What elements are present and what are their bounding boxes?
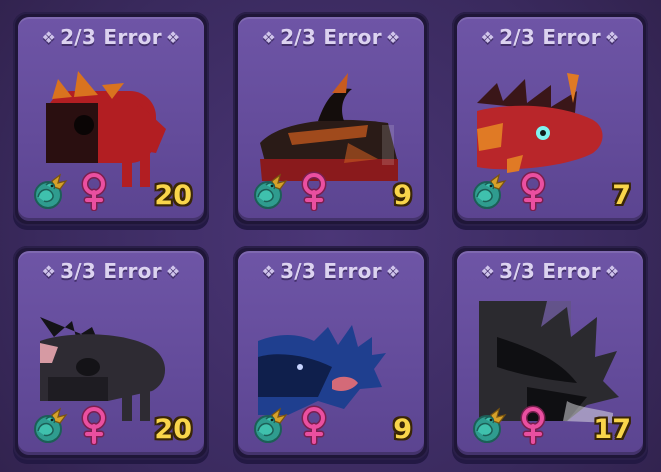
- sparkle-icon: ❖: [165, 262, 181, 281]
- pet-slot[interactable]: ❖ 2/3 Error ❖: [13, 12, 209, 226]
- pet-slot-title-row: ❖ 2/3 Error ❖: [238, 25, 424, 49]
- female-icon: [519, 171, 547, 212]
- pet-slot-title: 3/3 Error: [60, 259, 162, 283]
- pet-slot-face: ❖ 2/3 Error ❖: [18, 17, 204, 221]
- pet-slot-title-row: ❖ 3/3 Error ❖: [457, 259, 643, 283]
- pet-level: 20: [154, 414, 192, 445]
- sea-dragon-icon: [250, 171, 290, 211]
- female-icon: [80, 171, 108, 212]
- pet-level: 17: [593, 414, 631, 445]
- pet-slot-title-row: ❖ 3/3 Error ❖: [238, 259, 424, 283]
- pet-level: 20: [154, 180, 192, 211]
- pet-slot-badges: 20: [30, 405, 192, 446]
- pet-slot-badges: 17: [469, 405, 631, 446]
- sparkle-icon: ❖: [480, 262, 496, 281]
- pet-slot-title-row: ❖ 3/3 Error ❖: [18, 259, 204, 283]
- sparkle-icon: ❖: [385, 28, 401, 47]
- pet-slot[interactable]: ❖ 3/3 Error ❖ 20: [13, 246, 209, 460]
- sparkle-icon: ❖: [480, 28, 496, 47]
- pet-level: 9: [393, 180, 412, 211]
- pet-slot-title-row: ❖ 2/3 Error ❖: [18, 25, 204, 49]
- pet-slot-title: 2/3 Error: [499, 25, 601, 49]
- sparkle-icon: ❖: [385, 262, 401, 281]
- pet-slot-face: ❖ 2/3 Error ❖: [238, 17, 424, 221]
- pet-slot-title: 2/3 Error: [60, 25, 162, 49]
- pet-slot-face: ❖ 3/3 Error ❖ 9: [238, 251, 424, 455]
- pet-slot-title-row: ❖ 2/3 Error ❖: [457, 25, 643, 49]
- pet-slot-face: ❖ 3/3 Error ❖ 17: [457, 251, 643, 455]
- pet-level: 7: [612, 180, 631, 211]
- sea-dragon-icon: [469, 405, 509, 445]
- sea-dragon-icon: [30, 405, 70, 445]
- sparkle-icon: ❖: [261, 262, 277, 281]
- pet-slot[interactable]: ❖ 3/3 Error ❖ 17: [452, 246, 648, 460]
- pet-slot-title: 2/3 Error: [280, 25, 382, 49]
- female-icon: [300, 171, 328, 212]
- pet-slot-badges: 7: [469, 171, 631, 212]
- sea-dragon-icon: [469, 171, 509, 211]
- sea-dragon-icon: [250, 405, 290, 445]
- female-icon: [80, 405, 108, 446]
- sparkle-icon: ❖: [41, 262, 57, 281]
- pet-level: 9: [393, 414, 412, 445]
- pet-slot[interactable]: ❖ 3/3 Error ❖ 9: [233, 246, 429, 460]
- pet-slot-title: 3/3 Error: [499, 259, 601, 283]
- pet-slot[interactable]: ❖ 2/3 Error ❖: [452, 12, 648, 226]
- sparkle-icon: ❖: [604, 28, 620, 47]
- sea-dragon-icon: [30, 171, 70, 211]
- female-icon: [300, 405, 328, 446]
- pet-slot[interactable]: ❖ 2/3 Error ❖: [233, 12, 429, 226]
- pet-slot-title: 3/3 Error: [280, 259, 382, 283]
- sparkle-icon: ❖: [165, 28, 181, 47]
- female-icon: [519, 405, 547, 446]
- pet-slot-badges: 20: [30, 171, 192, 212]
- sparkle-icon: ❖: [604, 262, 620, 281]
- pet-slot-face: ❖ 3/3 Error ❖ 20: [18, 251, 204, 455]
- sparkle-icon: ❖: [261, 28, 277, 47]
- pet-inventory-grid: ❖ 2/3 Error ❖ 20 ❖ 2/3 Error ❖ 9 ❖ 2/3 E…: [0, 0, 661, 472]
- pet-slot-badges: 9: [250, 171, 412, 212]
- sparkle-icon: ❖: [41, 28, 57, 47]
- pet-slot-face: ❖ 2/3 Error ❖: [457, 17, 643, 221]
- pet-slot-badges: 9: [250, 405, 412, 446]
